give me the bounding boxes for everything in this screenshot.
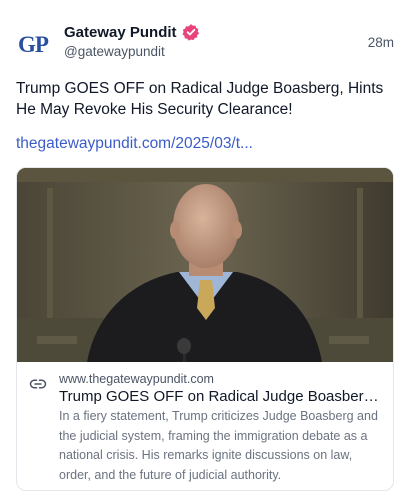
card-thumbnail-image[interactable] bbox=[17, 168, 394, 362]
author-display-name[interactable]: Gateway Pundit bbox=[64, 24, 177, 41]
author-name-row[interactable]: Gateway Pundit bbox=[64, 23, 200, 41]
card-description: In a fiery statement, Trump criticizes J… bbox=[59, 409, 378, 482]
post-timestamp[interactable]: 28m bbox=[368, 35, 394, 50]
card-title[interactable]: Trump GOES OFF on Radical Judge Boasberg… bbox=[59, 388, 385, 405]
verified-badge-icon bbox=[181, 24, 199, 41]
post-text: Trump GOES OFF on Radical Judge Boasberg… bbox=[16, 80, 384, 118]
avatar-logo-text: GP bbox=[18, 32, 49, 57]
link-icon bbox=[29, 379, 47, 389]
author-handle[interactable]: @gatewaypundit bbox=[64, 44, 165, 59]
card-domain: www.thegatewaypundit.com bbox=[59, 372, 214, 386]
link-preview-card[interactable]: www.thegatewaypundit.com Trump GOES OFF … bbox=[16, 167, 394, 491]
avatar[interactable]: GP bbox=[16, 28, 50, 62]
post-link[interactable]: thegatewaypundit.com/2025/03/t... bbox=[16, 135, 253, 153]
post[interactable]: GP Gateway Pundit @gatewaypundit 28m Tru… bbox=[0, 0, 410, 500]
